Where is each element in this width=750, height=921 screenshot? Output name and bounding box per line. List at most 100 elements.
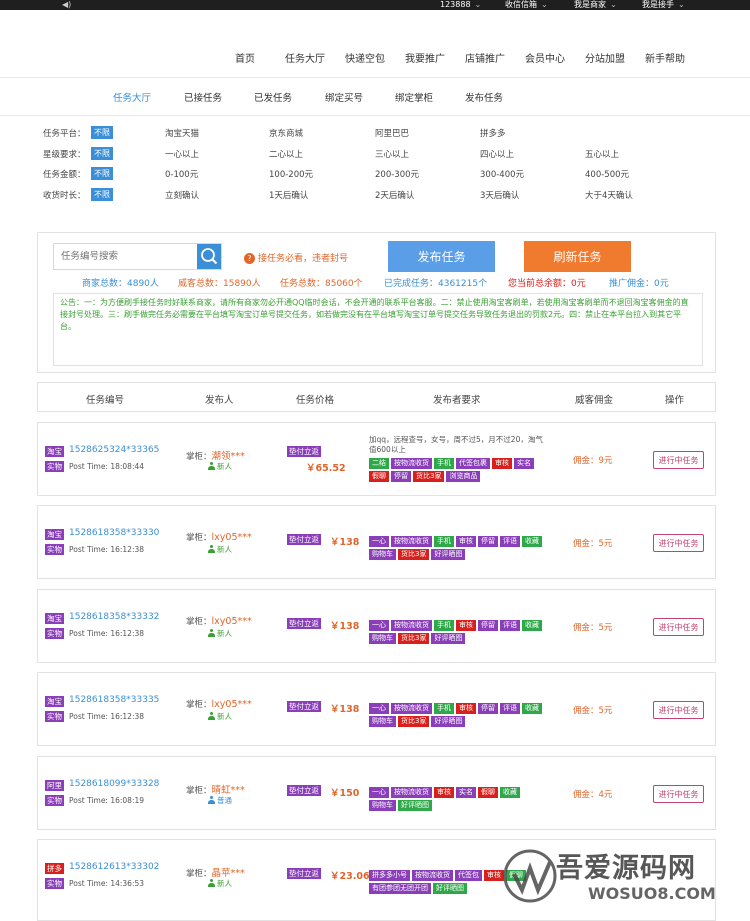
filter-option[interactable]: 阿里巴巴 bbox=[375, 127, 409, 139]
requirements: 一心 按物流收货 手机 审核 停留 评语 收藏购物车 货比3家 好评晒图 bbox=[369, 702, 549, 728]
filter-option[interactable]: 2天后确认 bbox=[375, 189, 414, 201]
task-number-link[interactable]: 1528618358*33330 bbox=[69, 528, 159, 538]
filter-all-button[interactable]: 不限 bbox=[91, 167, 113, 180]
task-number-link[interactable]: 1528618099*33328 bbox=[69, 779, 159, 789]
col-price: 任务价格 bbox=[296, 395, 335, 406]
filter-option[interactable]: 五心以上 bbox=[585, 148, 619, 160]
tab-accepted-tasks[interactable]: 已接任务 bbox=[184, 90, 222, 104]
publisher: 掌柜：lxy05*** bbox=[186, 698, 252, 710]
filter-option[interactable]: 1天后确认 bbox=[269, 189, 308, 201]
chevron-down-icon: ⌄ bbox=[541, 0, 548, 9]
stat-tasks: 任务总数：85060个 bbox=[280, 279, 363, 289]
refresh-task-button[interactable]: 刷新任务 bbox=[524, 241, 631, 272]
in-progress-task-button[interactable]: 进行中任务 bbox=[653, 534, 704, 552]
mailbox-label: 收信信箱 bbox=[505, 0, 537, 9]
filter-option[interactable]: 400-500元 bbox=[585, 168, 629, 180]
publisher-level: 新人 bbox=[208, 461, 232, 472]
tab-task-hall[interactable]: 任务大厅 bbox=[113, 90, 151, 104]
speaker-icon[interactable]: ◀) bbox=[62, 0, 71, 10]
nav-shop-promote[interactable]: 店铺推广 bbox=[465, 50, 505, 65]
publisher-name[interactable]: lxy05*** bbox=[212, 699, 252, 710]
filter-row-platform: 任务平台： 不限 淘宝天猫 京东商城 阿里巴巴 拼多多 bbox=[43, 126, 723, 140]
filter-all-button[interactable]: 不限 bbox=[91, 147, 113, 160]
receiver-menu[interactable]: 我是接手 ⌄ bbox=[642, 0, 685, 10]
nav-help[interactable]: 新手帮助 bbox=[645, 50, 685, 65]
requirement-tag: 一心 bbox=[369, 703, 389, 714]
level-text: 新人 bbox=[217, 879, 232, 888]
nav-promote[interactable]: 我要推广 bbox=[405, 50, 445, 65]
in-progress-task-button[interactable]: 进行中任务 bbox=[653, 701, 704, 719]
user-menu[interactable]: 123888 ⌄ bbox=[440, 0, 481, 10]
publish-task-button[interactable]: 发布任务 bbox=[388, 241, 495, 272]
requirement-tag: 好评晒图 bbox=[431, 549, 466, 560]
filter-option[interactable]: 大于4天确认 bbox=[585, 189, 633, 201]
task-number-link[interactable]: 1528618358*33332 bbox=[69, 612, 159, 622]
publisher-name[interactable]: lxy05*** bbox=[212, 532, 252, 543]
filter-option[interactable]: 二心以上 bbox=[269, 148, 303, 160]
filter-option[interactable]: 100-200元 bbox=[269, 168, 313, 180]
publisher-name[interactable]: lxy05*** bbox=[212, 616, 252, 627]
filter-option[interactable]: 立刻确认 bbox=[165, 189, 199, 201]
requirement-tag: 货比3家 bbox=[398, 549, 430, 560]
requirement-tag: 停留 bbox=[391, 471, 411, 482]
requirement-tag: 手机 bbox=[434, 536, 454, 547]
chevron-down-icon: ⌄ bbox=[474, 0, 482, 9]
search-input[interactable] bbox=[54, 244, 198, 269]
filter-option[interactable]: 200-300元 bbox=[375, 168, 419, 180]
filter-option[interactable]: 淘宝天猫 bbox=[165, 127, 199, 139]
publisher: 掌柜：lxy05*** bbox=[186, 531, 252, 543]
requirements: 加qq，远程查号，女号，周不过5，月不过20，淘气值600以上 二结 按物流收货 手机… bbox=[369, 435, 549, 483]
in-progress-task-button[interactable]: 进行中任务 bbox=[653, 451, 704, 469]
requirement-tag: 按物流收货 bbox=[391, 787, 432, 798]
filter-all-button[interactable]: 不限 bbox=[91, 188, 113, 201]
requirement-tag: 实名 bbox=[514, 458, 534, 469]
nav-franchise[interactable]: 分站加盟 bbox=[585, 50, 625, 65]
task-price: ￥150 bbox=[330, 788, 360, 799]
mailbox-menu[interactable]: 收信信箱 ⌄ bbox=[505, 0, 548, 10]
filter-option[interactable]: 0-100元 bbox=[165, 168, 198, 180]
filter-option[interactable]: 300-400元 bbox=[480, 168, 524, 180]
requirement-tag: 一心 bbox=[369, 536, 389, 547]
filter-option[interactable]: 拼多多 bbox=[480, 127, 506, 139]
nav-express[interactable]: 快递空包 bbox=[345, 50, 385, 65]
level-text: 新人 bbox=[217, 712, 232, 721]
user-icon bbox=[208, 545, 215, 553]
filter-option[interactable]: 四心以上 bbox=[480, 148, 514, 160]
requirement-tag: 购物车 bbox=[369, 800, 396, 811]
requirement-tag: 浏览商品 bbox=[446, 471, 481, 482]
warning-notice[interactable]: ? 接任务必看，违者封号 bbox=[244, 251, 348, 264]
task-number-link[interactable]: 1528625324*33365 bbox=[69, 445, 159, 455]
nav-home[interactable]: 首页 bbox=[235, 50, 255, 65]
tab-publish-task[interactable]: 发布任务 bbox=[465, 90, 503, 104]
merchant-menu[interactable]: 我是商家 ⌄ bbox=[574, 0, 617, 10]
publisher-level: 新人 bbox=[208, 544, 232, 555]
tab-bind-buyer[interactable]: 绑定买号 bbox=[325, 90, 363, 104]
filter-all-button[interactable]: 不限 bbox=[91, 126, 113, 139]
in-progress-task-button[interactable]: 进行中任务 bbox=[653, 618, 704, 636]
task-number-link[interactable]: 1528612613*33302 bbox=[69, 862, 159, 872]
filter-option[interactable]: 3天后确认 bbox=[480, 189, 519, 201]
paid-tag: 垫付立返 bbox=[287, 785, 321, 796]
filter-option[interactable]: 三心以上 bbox=[375, 148, 409, 160]
requirement-tag: 好评晒图 bbox=[431, 633, 466, 644]
filter-row-star: 星级要求： 不限 一心以上 二心以上 三心以上 四心以上 五心以上 bbox=[43, 147, 723, 161]
in-progress-task-button[interactable]: 进行中任务 bbox=[653, 785, 704, 803]
search-button[interactable] bbox=[197, 244, 221, 269]
requirement-tag: 停留 bbox=[478, 620, 498, 631]
tab-bind-shopkeeper[interactable]: 绑定掌柜 bbox=[395, 90, 433, 104]
announcement: 公告：一：为方便刷手接任务时好联系商家，请所有商家勿必开通QQ临时会话，不会开通… bbox=[53, 293, 703, 366]
task-number-link[interactable]: 1528618358*33335 bbox=[69, 695, 159, 705]
platform-badge: 拼多 bbox=[45, 863, 64, 874]
col-requirements: 发布者要求 bbox=[433, 395, 481, 406]
filter-option[interactable]: 京东商城 bbox=[269, 127, 303, 139]
commission: 佣金：5元 bbox=[573, 706, 613, 716]
tab-published-tasks[interactable]: 已发任务 bbox=[254, 90, 292, 104]
commission: 佣金：9元 bbox=[573, 456, 613, 466]
stats-bar: 商家总数：4890人 威客总数：15890人 任务总数：85060个 已完成任务… bbox=[82, 276, 712, 289]
nav-member-center[interactable]: 会员中心 bbox=[525, 50, 565, 65]
nav-task-hall[interactable]: 任务大厅 bbox=[285, 50, 325, 65]
table-row: 淘宝 实物 1528625324*33365 Post Time: 18:08:44 掌… bbox=[37, 422, 716, 496]
filter-option[interactable]: 一心以上 bbox=[165, 148, 199, 160]
search-box bbox=[53, 243, 222, 270]
col-action: 操作 bbox=[665, 395, 685, 406]
